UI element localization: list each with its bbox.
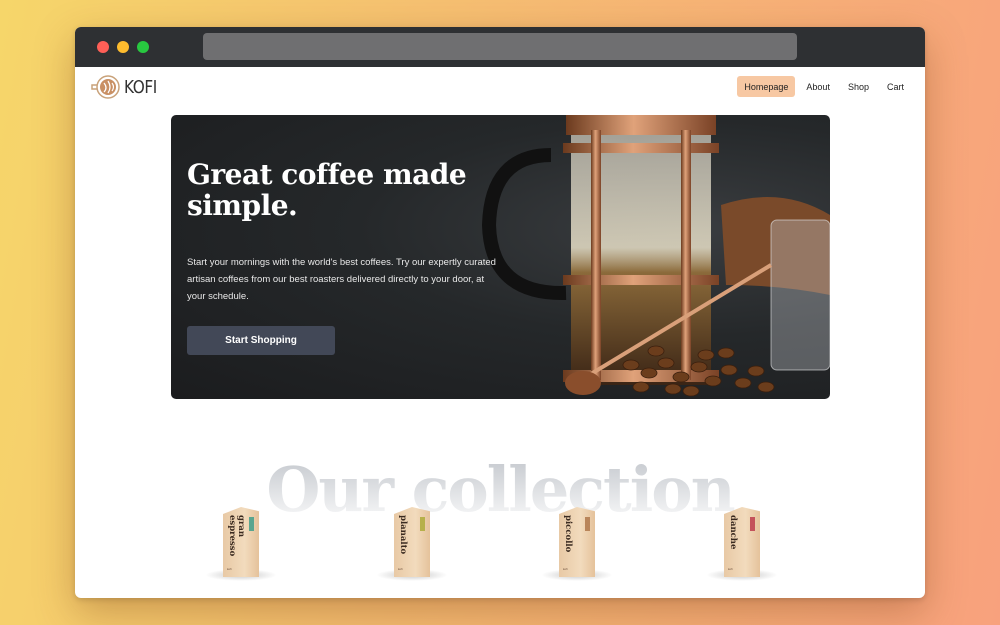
french-press-photo: [481, 115, 830, 397]
product-name: planalto: [398, 515, 408, 555]
bag-brand-label: kofi: [227, 567, 232, 571]
nav-item-cart[interactable]: Cart: [880, 76, 911, 97]
bag-brand-label: kofi: [398, 567, 403, 571]
site-header: KOFI Homepage About Shop Cart: [75, 67, 925, 107]
close-window-button[interactable]: [97, 41, 109, 53]
bag-brand-label: kofi: [728, 567, 733, 571]
product-color-tag: [420, 517, 425, 531]
nav-item-homepage[interactable]: Homepage: [737, 76, 796, 97]
logo-text: KOFI: [124, 76, 157, 98]
product-card-gran-espresso[interactable]: gran espresso kofi: [201, 505, 281, 585]
product-color-tag: [249, 517, 254, 531]
coffee-bag-image: danche kofi: [724, 507, 760, 577]
start-shopping-button[interactable]: Start Shopping: [187, 326, 335, 355]
hero-banner: Great coffee made simple. Start your mor…: [171, 115, 830, 399]
logo[interactable]: KOFI: [91, 74, 163, 100]
address-bar[interactable]: [203, 33, 797, 60]
browser-titlebar: [75, 27, 925, 67]
product-card-piccollo[interactable]: piccollo kofi: [537, 505, 617, 585]
browser-window: KOFI Homepage About Shop Cart Great coff…: [75, 27, 925, 598]
coffee-bag-image: gran espresso kofi: [223, 507, 259, 577]
hero-title: Great coffee made simple.: [187, 158, 467, 222]
main-nav: Homepage About Shop Cart: [737, 76, 911, 97]
product-card-planalto[interactable]: planalto kofi: [372, 505, 452, 585]
product-color-tag: [750, 517, 755, 531]
nav-item-shop[interactable]: Shop: [841, 76, 876, 97]
hero-description: Start your mornings with the world's bes…: [187, 257, 496, 302]
nav-item-about[interactable]: About: [799, 76, 837, 97]
maximize-window-button[interactable]: [137, 41, 149, 53]
coffee-bag-image: piccollo kofi: [559, 507, 595, 577]
product-name: piccollo: [563, 515, 573, 553]
coffee-bag-image: planalto kofi: [394, 507, 430, 577]
product-color-tag: [585, 517, 590, 531]
minimize-window-button[interactable]: [117, 41, 129, 53]
coffee-cup-logo-icon: [91, 75, 120, 99]
product-name: danche: [728, 515, 738, 550]
product-card-danche[interactable]: danche kofi: [702, 505, 782, 585]
bag-brand-label: kofi: [563, 567, 568, 571]
